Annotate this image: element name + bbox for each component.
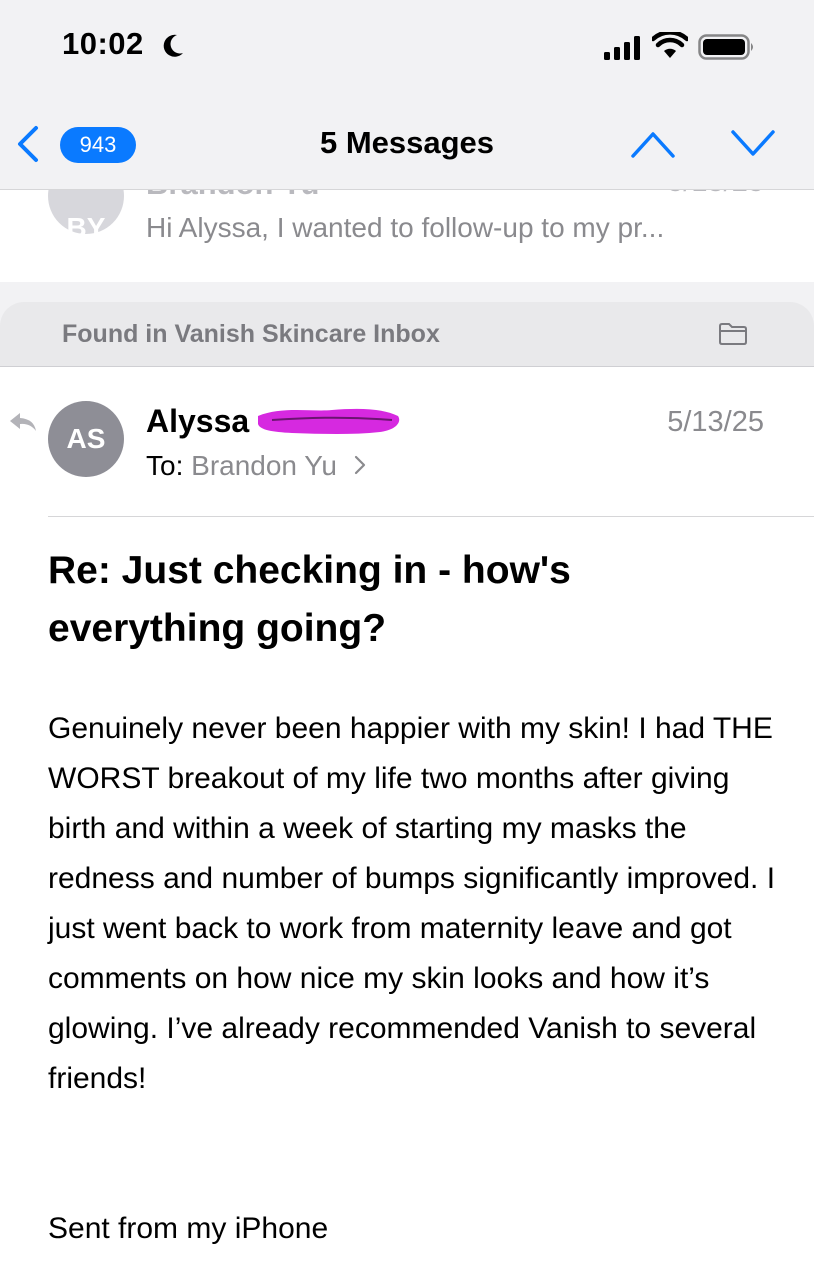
status-time: 10:02 <box>62 26 144 61</box>
to-label: To: <box>146 450 184 481</box>
message-body: Genuinely never been happier with my ski… <box>48 712 776 1095</box>
avatar-initials: BY <box>66 212 106 243</box>
folder-icon[interactable] <box>718 322 748 346</box>
chevron-right-icon[interactable] <box>353 454 367 476</box>
avatar[interactable]: AS <box>48 401 124 477</box>
cellular-signal-icon <box>604 36 640 60</box>
wifi-icon <box>652 32 688 58</box>
message-signature: Sent from my iPhone <box>48 1212 329 1245</box>
header-divider <box>48 516 814 517</box>
reply-icon <box>10 413 36 431</box>
chevron-down-icon[interactable] <box>730 128 776 160</box>
previous-message-date: 5/13/25 <box>667 190 764 199</box>
chevron-up-icon[interactable] <box>630 128 676 160</box>
avatar-initials: AS <box>66 423 106 454</box>
battery-icon <box>698 34 753 60</box>
message-date: 5/13/25 <box>667 406 764 438</box>
mailbox-banner-label: Found in Vanish Skincare Inbox <box>62 320 440 348</box>
redaction-scribble <box>258 408 400 434</box>
moon-icon <box>163 34 183 57</box>
recipient-name[interactable]: Brandon Yu <box>191 450 337 481</box>
avatar: BY <box>48 190 124 243</box>
message-subject: Re: Just checking in - how's everything … <box>48 549 571 650</box>
previous-message-snippet: Hi Alyssa, I wanted to follow-up to my p… <box>146 212 665 243</box>
previous-message-card[interactable]: BY Brandon Yu 5/13/25 Hi Alyssa, I wante… <box>0 190 814 282</box>
nav-title: 5 Messages <box>319 125 495 160</box>
recipient-line[interactable]: To: Brandon Yu <box>146 450 367 482</box>
sender-name[interactable]: Alyssa <box>146 403 249 440</box>
banner-divider <box>0 366 814 367</box>
previous-sender-name: Brandon Yu <box>146 190 319 202</box>
